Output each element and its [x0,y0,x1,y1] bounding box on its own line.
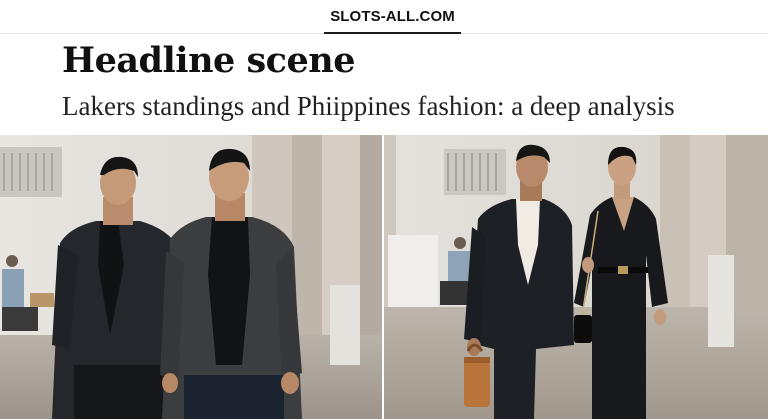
article-photo-right [384,135,768,419]
article-headline: Headline scene [62,40,355,81]
article-subheadline: Lakers standings and Phiippines fashion:… [62,91,675,121]
site-header: SLOTS-ALL.COM [0,0,768,34]
article-photo-left [0,135,382,419]
site-logo-link[interactable]: SLOTS-ALL.COM [324,7,461,34]
